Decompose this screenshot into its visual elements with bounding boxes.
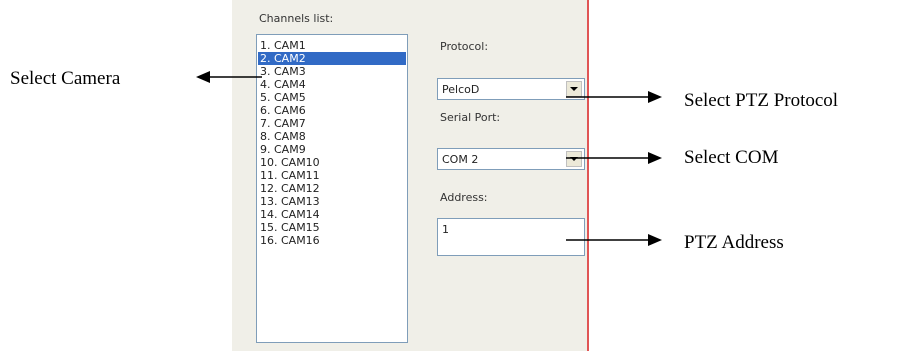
arrow-select-camera bbox=[196, 71, 262, 83]
arrow-select-ptz-protocol bbox=[566, 91, 662, 103]
arrow-ptz-address bbox=[566, 234, 662, 246]
annotation-arrows bbox=[196, 71, 662, 246]
arrow-select-com bbox=[566, 152, 662, 164]
